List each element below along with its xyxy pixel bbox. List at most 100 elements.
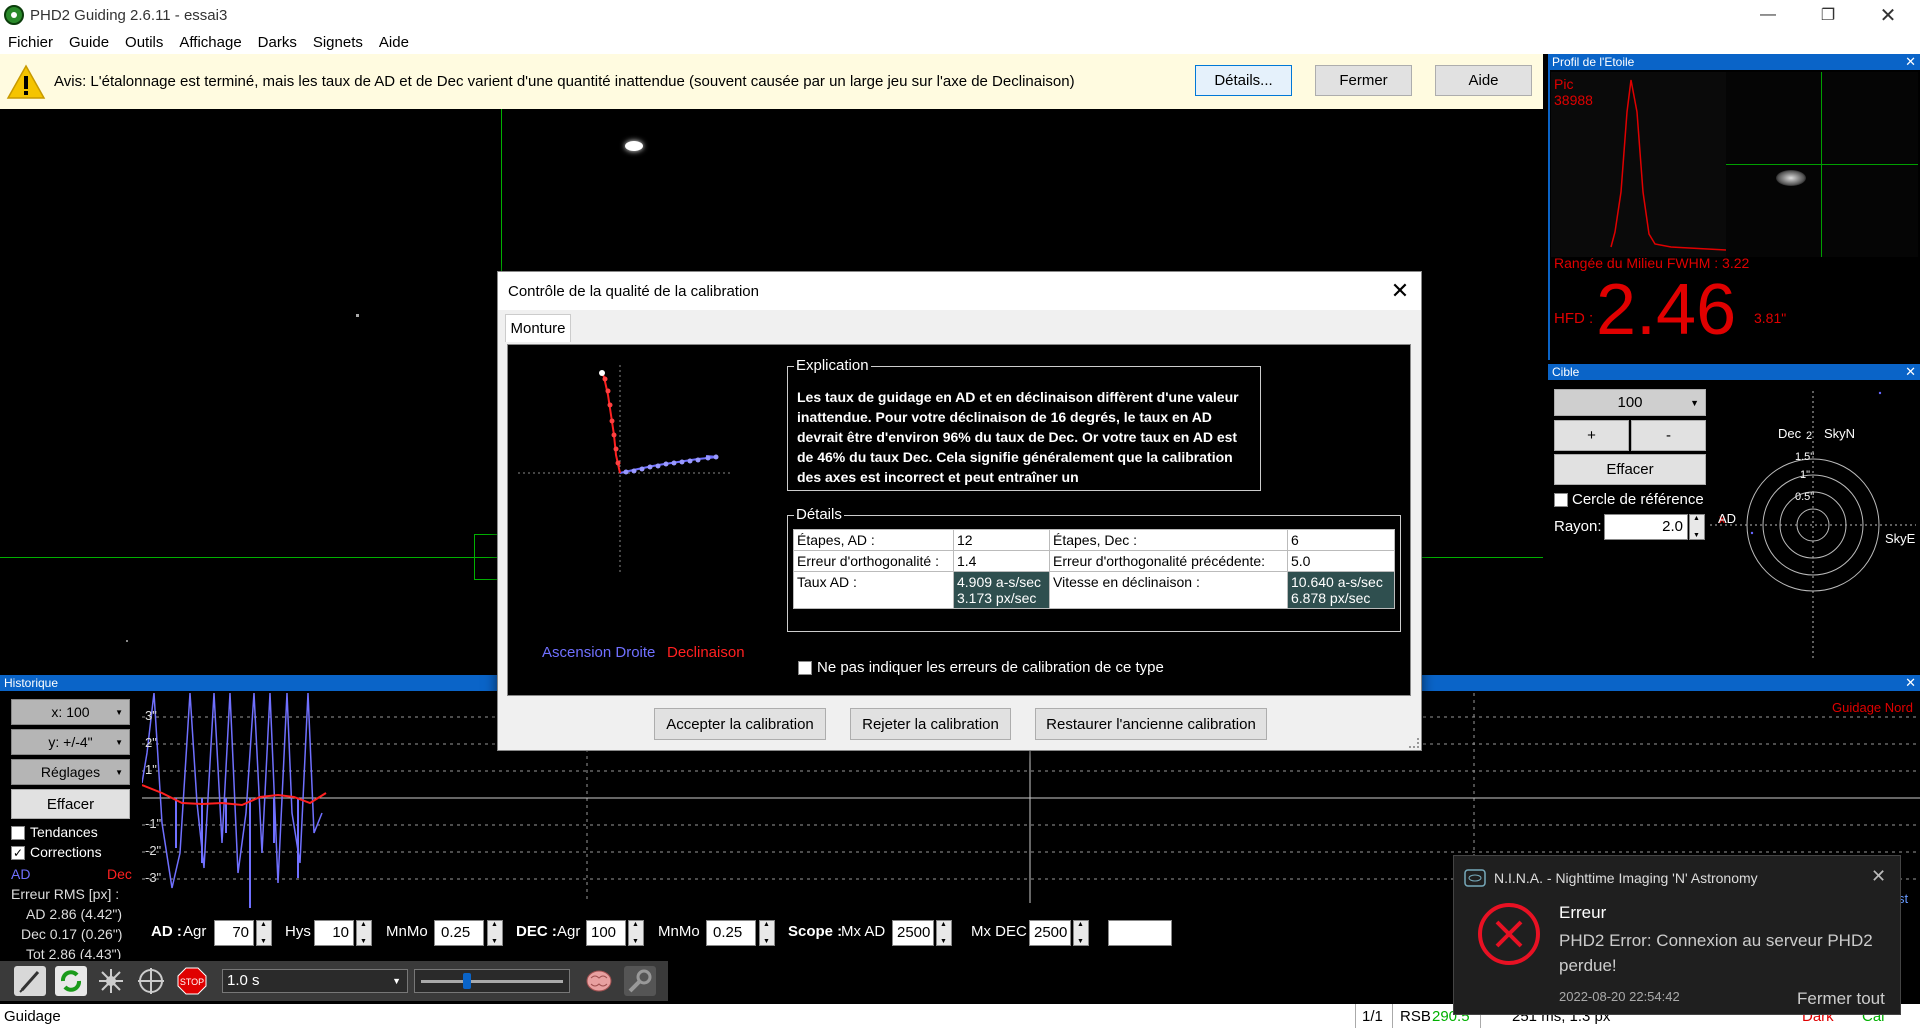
reglages-select[interactable]: Réglages ▼: [11, 759, 130, 785]
table-cell: Erreur d'orthogonalité :: [793, 550, 954, 572]
tab-monture[interactable]: Monture: [505, 314, 571, 342]
ring-label: 0.5": [1795, 491, 1815, 503]
hys-input[interactable]: 10: [314, 920, 354, 946]
stop-button[interactable]: STOP: [176, 966, 208, 996]
table-cell: Erreur d'orthogonalité précédente:: [1049, 550, 1288, 572]
close-icon[interactable]: ✕: [1905, 675, 1916, 691]
gamma-slider[interactable]: [414, 969, 570, 993]
y-scale-select[interactable]: y: +/-4" ▼: [11, 729, 130, 755]
maximize-button[interactable]: ❐: [1800, 0, 1856, 30]
menu-outils[interactable]: Outils: [117, 34, 171, 51]
loop-camera-icon[interactable]: [14, 966, 46, 996]
notification-body: PHD2 Error: Connexion au serveur PHD2 pe…: [1559, 931, 1873, 975]
chevron-down-icon: ▼: [1690, 397, 1699, 408]
dec-mode-select[interactable]: Auto ▼: [1108, 920, 1172, 946]
ad-agr-label: Agr: [183, 923, 207, 940]
close-icon[interactable]: ✕: [1905, 54, 1916, 70]
hys-label: Hys: [285, 923, 311, 940]
ad-params-label: AD :: [151, 923, 182, 940]
ad-mnmo-input[interactable]: 0.25: [434, 920, 484, 946]
accept-calibration-button[interactable]: Accepter la calibration: [654, 708, 826, 740]
menu-guide[interactable]: Guide: [61, 34, 117, 51]
ring-label: 2: [1806, 430, 1813, 442]
table-cell: Étapes, Dec :: [1049, 529, 1288, 551]
history-clear-button[interactable]: Effacer: [11, 789, 130, 819]
settings-wrench-icon[interactable]: [624, 966, 656, 996]
mxad-spinner[interactable]: [936, 920, 952, 946]
skye-label: SkyE: [1885, 531, 1916, 546]
resize-grip[interactable]: [1409, 738, 1419, 748]
details-table: Étapes, AD : 12 Étapes, Dec : 6 Erreur d…: [793, 529, 1395, 609]
exposure-select[interactable]: 1.0 s ▼: [222, 969, 408, 993]
rayon-input[interactable]: 2.0: [1604, 514, 1688, 540]
reference-circle-checkbox[interactable]: [1554, 493, 1568, 507]
menu-aide[interactable]: Aide: [371, 34, 417, 51]
tab-monture-label: Monture: [510, 320, 566, 337]
details-button[interactable]: Détails...: [1195, 65, 1292, 96]
loop-exposure-icon[interactable]: [55, 966, 87, 996]
menu-affichage[interactable]: Affichage: [171, 34, 249, 51]
chevron-down-icon: ▼: [1158, 928, 1167, 938]
fermer-avis-button[interactable]: Fermer: [1315, 65, 1412, 96]
dec-axis-label: Dec: [1778, 426, 1802, 441]
mxad-input[interactable]: 2500: [892, 920, 934, 946]
hys-spinner[interactable]: [356, 920, 372, 946]
dec-mnmo-input[interactable]: 0.25: [706, 920, 756, 946]
dismiss-all-button[interactable]: Fermer tout: [1797, 989, 1885, 1009]
dec-agr-spinner[interactable]: [628, 920, 644, 946]
dec-mnmo-spinner[interactable]: [759, 920, 775, 946]
dec-agr-input[interactable]: 100: [586, 920, 626, 946]
auto-select-star-icon[interactable]: [95, 966, 127, 996]
ad-axis-label: AD: [1718, 511, 1737, 526]
mxdec-input[interactable]: 2500: [1029, 920, 1071, 946]
reject-calibration-button[interactable]: Rejeter la calibration: [850, 708, 1011, 740]
minimize-button[interactable]: —: [1740, 0, 1796, 30]
guidage-nord-label: Guidage Nord: [1832, 700, 1913, 715]
target-clear-button[interactable]: Effacer: [1554, 454, 1706, 485]
calibration-dialog: Contrôle de la qualité de la calibration…: [497, 271, 1422, 751]
exposure-value: 1.0 s: [227, 972, 260, 989]
close-icon[interactable]: ✕: [1905, 364, 1916, 380]
zoom-in-button[interactable]: +: [1554, 420, 1629, 451]
x-scale-select[interactable]: x: 100 ▼: [11, 699, 130, 725]
ad-rms: AD 2.86 (4.42"): [26, 906, 123, 922]
scope-label: Scope :: [788, 923, 843, 940]
gamma-slider-thumb[interactable]: [463, 973, 471, 989]
close-window-button[interactable]: ✕: [1860, 0, 1916, 30]
ad-agr-spinner[interactable]: [256, 920, 272, 946]
taux-ad-value: 4.909 a-s/sec 3.173 px/sec: [953, 571, 1050, 609]
table-row: Étapes, AD : 12 Étapes, Dec : 6: [793, 529, 1395, 551]
target-zoom-select[interactable]: 100 ▼: [1554, 389, 1706, 416]
zoom-out-button[interactable]: -: [1631, 420, 1706, 451]
menu-fichier[interactable]: Fichier: [0, 34, 61, 51]
dec-rms: Dec 0.17 (0.26"): [21, 926, 123, 942]
restore-calibration-button[interactable]: Restaurer l'ancienne calibration: [1035, 708, 1267, 740]
phd2-app-icon: [4, 5, 24, 25]
fwhm-label: Rangée du Milieu FWHM : 3.22: [1554, 255, 1750, 271]
dialog-close-icon[interactable]: ✕: [1387, 278, 1413, 304]
aide-avis-button[interactable]: Aide: [1435, 65, 1532, 96]
window-title: PHD2 Guiding 2.6.11 - essai3: [30, 6, 228, 24]
history-ad-legend: AD: [11, 866, 31, 882]
guide-crosshair-icon[interactable]: [135, 966, 167, 996]
brain-icon[interactable]: [583, 966, 615, 996]
suppress-checkbox[interactable]: [798, 661, 812, 675]
mxdec-spinner[interactable]: [1073, 920, 1089, 946]
tendances-checkbox[interactable]: [11, 826, 25, 840]
notification-close-icon[interactable]: ✕: [1871, 866, 1886, 887]
target-zoom-value: 100: [1617, 394, 1643, 411]
table-row: Taux AD : 4.909 a-s/sec 3.173 px/sec Vit…: [793, 571, 1395, 609]
ad-mnmo-spinner[interactable]: [487, 920, 503, 946]
rayon-spinner[interactable]: [1689, 514, 1705, 540]
chevron-down-icon: ▼: [392, 976, 401, 986]
warning-infobar: Avis: L'étalonnage est terminé, mais les…: [0, 54, 1543, 109]
chevron-down-icon: ▼: [115, 767, 123, 777]
menu-signets[interactable]: Signets: [305, 34, 371, 51]
target-title: Cible: [1552, 365, 1580, 379]
notification-app-name: N.I.N.A. - Nighttime Imaging 'N' Astrono…: [1494, 870, 1758, 886]
legend-ascension-droite: Ascension Droite: [542, 644, 656, 661]
menu-darks[interactable]: Darks: [250, 34, 305, 51]
ad-agr-input[interactable]: 70: [214, 920, 254, 946]
corrections-checkbox[interactable]: ✓: [11, 846, 25, 860]
table-cell: 12: [953, 529, 1050, 551]
